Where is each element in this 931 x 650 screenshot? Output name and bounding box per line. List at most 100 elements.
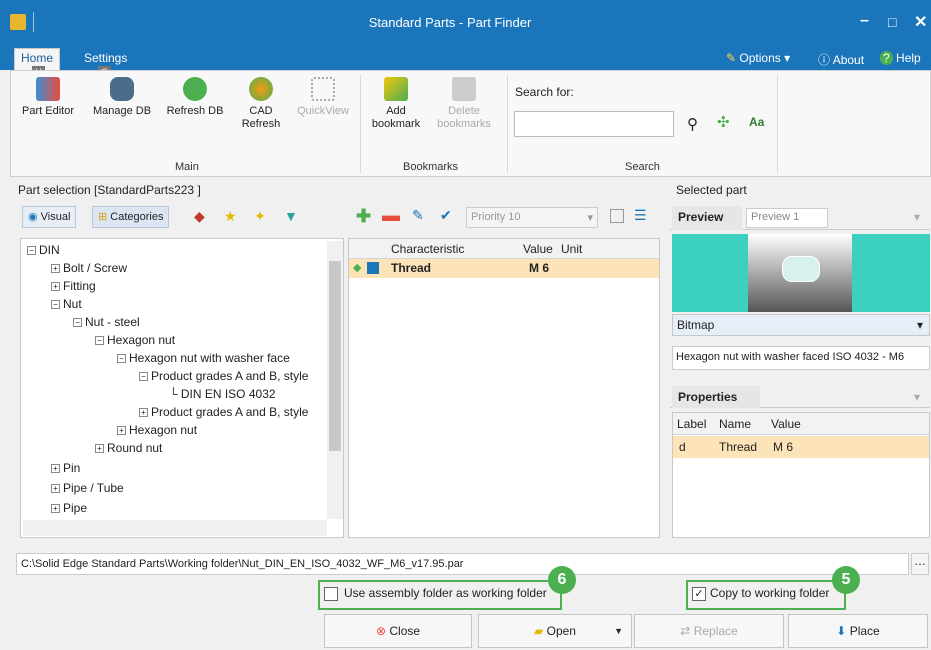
- col-name[interactable]: Name: [719, 417, 751, 431]
- col-value[interactable]: Value: [771, 417, 801, 431]
- part-editor-icon: [36, 77, 60, 101]
- tree-node[interactable]: + Hexagon nut: [117, 423, 197, 437]
- tree-node[interactable]: + Round nut: [95, 441, 162, 455]
- search-icon[interactable]: ⚲: [687, 115, 698, 133]
- refresh-db-button[interactable]: Refresh DB: [161, 77, 229, 118]
- help-icon: ?: [880, 51, 893, 65]
- add-bookmark-icon: [384, 77, 408, 101]
- format-select[interactable]: Bitmap ▾: [672, 314, 930, 336]
- books-icon[interactable]: ◆: [194, 208, 205, 225]
- replace-button[interactable]: ⇄ Replace: [634, 614, 784, 648]
- edit-cell-icon: [367, 262, 379, 274]
- category-tree: − DIN + Bolt / Screw + Fitting − Nut − Nut - …: [20, 238, 344, 538]
- col-characteristic[interactable]: Characteristic: [391, 242, 464, 256]
- properties-grid: Label Name Value d Thread M 6: [672, 412, 930, 538]
- use-assembly-label: Use assembly folder as working folder: [344, 586, 547, 600]
- file-path: C:\Solid Edge Standard Parts\Working fol…: [16, 553, 909, 575]
- properties-collapse-icon[interactable]: ▾: [914, 390, 920, 404]
- tree-node[interactable]: + Fitting: [51, 279, 96, 293]
- tree-node[interactable]: + Bolt / Screw: [51, 261, 127, 275]
- help-menu[interactable]: ? Help: [880, 51, 921, 65]
- tree-node[interactable]: − Nut - steel: [73, 315, 140, 329]
- categories-button[interactable]: ⊞ Categories: [92, 206, 170, 228]
- copy-to-working-checkbox[interactable]: ✓: [692, 587, 706, 601]
- check-icon[interactable]: ✔: [440, 207, 452, 224]
- priority-select[interactable]: Priority 10 ▾: [466, 207, 598, 228]
- grid-header: Characteristic Value Unit: [349, 239, 659, 259]
- path-more-button[interactable]: …: [911, 553, 929, 575]
- eye-icon: ◉: [28, 211, 38, 223]
- open-dropdown-icon[interactable]: ▼: [614, 615, 623, 647]
- add-icon[interactable]: ✚: [356, 206, 371, 227]
- tree-node[interactable]: − DIN: [27, 243, 60, 257]
- preview-collapse-icon[interactable]: ▾: [914, 210, 920, 224]
- characteristic-cell: Thread: [391, 261, 432, 275]
- tree-node[interactable]: + Product grades A and B, style: [139, 405, 308, 419]
- star-icon[interactable]: ✦: [254, 208, 266, 225]
- star-folder-icon[interactable]: ★: [224, 208, 237, 225]
- tree-node-selected[interactable]: └ DIN EN ISO 4032: [169, 387, 276, 401]
- delete-bookmark-icon: [452, 77, 476, 101]
- close-window-icon[interactable]: ✕: [914, 12, 927, 32]
- row-marker-icon: ◆: [353, 262, 362, 274]
- part-editor-button[interactable]: Part Editor: [13, 77, 83, 118]
- search-input[interactable]: [514, 111, 674, 137]
- tree-vertical-scrollbar[interactable]: [327, 241, 343, 519]
- tree-horizontal-scrollbar[interactable]: [23, 520, 327, 536]
- tree-node[interactable]: + Pipe: [51, 501, 87, 515]
- tree-node[interactable]: + Pipe / Tube: [51, 481, 124, 495]
- options-menu[interactable]: ✎ Options ▾: [726, 51, 790, 65]
- part-selection-toolbar: ◉ Visual ⊞ Categories ◆ ★ ✦ ▼: [18, 203, 344, 231]
- preview-select[interactable]: Preview 1: [746, 208, 828, 228]
- col-unit[interactable]: Unit: [561, 242, 582, 256]
- value-cell: M 6: [529, 261, 550, 275]
- filter-icon[interactable]: ▼: [284, 208, 298, 224]
- visual-button[interactable]: ◉ Visual: [22, 206, 77, 228]
- info-icon: ⓘ: [818, 53, 831, 67]
- use-assembly-checkbox[interactable]: [324, 587, 338, 601]
- add-bookmark-button[interactable]: Add bookmark: [367, 77, 425, 131]
- tree-node[interactable]: − Hexagon nut with washer face: [117, 351, 290, 365]
- scroll-thumb[interactable]: [329, 261, 341, 451]
- part-description: Hexagon nut with washer faced ISO 4032 -…: [672, 346, 930, 370]
- part-preview-image: [672, 234, 930, 312]
- properties-tab[interactable]: Properties: [672, 386, 760, 408]
- tree-node[interactable]: + Pin: [51, 461, 80, 475]
- database-icon: [110, 77, 134, 101]
- col-value[interactable]: Value: [523, 242, 553, 256]
- selected-part-title: Selected part: [676, 183, 747, 197]
- characteristics-grid: Characteristic Value Unit ◆ Thread M 6: [348, 238, 660, 538]
- tree-node[interactable]: − Hexagon nut: [95, 333, 175, 347]
- close-button[interactable]: ⊗ Close: [324, 614, 472, 648]
- tree-node[interactable]: − Nut: [51, 297, 82, 311]
- columns-icon[interactable]: [610, 209, 624, 223]
- categories-icon: ⊞: [98, 211, 108, 223]
- table-row[interactable]: ◆ Thread M 6: [349, 259, 659, 278]
- edit-icon[interactable]: ✎: [412, 207, 424, 224]
- place-button[interactable]: ⬇ Place: [788, 614, 928, 648]
- col-label[interactable]: Label: [677, 417, 706, 431]
- chevron-down-icon: ▾: [916, 318, 923, 332]
- preview-header: Preview Preview 1 ▾: [670, 204, 930, 230]
- tree-node[interactable]: − Product grades A and B, style: [139, 369, 308, 383]
- part-selection-title: Part selection [StandardParts223 ]: [18, 183, 201, 197]
- manage-db-button[interactable]: Manage DB: [87, 77, 157, 118]
- quickview-button[interactable]: QuickView: [291, 77, 355, 118]
- delete-bookmarks-button[interactable]: Delete bookmarks: [431, 77, 497, 131]
- maximize-icon[interactable]: □: [888, 14, 896, 30]
- match-case-icon[interactable]: Aa: [749, 115, 764, 129]
- about-menu[interactable]: ⓘ About: [818, 51, 864, 68]
- place-icon: ⬇: [836, 624, 847, 638]
- open-button[interactable]: ▰ Open ▼: [478, 614, 632, 648]
- quickview-icon: [311, 77, 335, 101]
- minimize-icon[interactable]: –: [860, 12, 869, 30]
- cad-refresh-button[interactable]: CAD Refresh: [235, 77, 287, 131]
- list-icon[interactable]: ☰: [634, 207, 647, 224]
- tab-settings[interactable]: Settings: [78, 49, 133, 67]
- replace-icon: ⇄: [680, 624, 691, 638]
- search-filter-icon[interactable]: ✣: [717, 113, 730, 131]
- table-row[interactable]: d Thread M 6: [673, 436, 929, 458]
- remove-icon[interactable]: ▬: [382, 205, 400, 226]
- open-folder-icon: ▰: [534, 624, 544, 638]
- preview-tab[interactable]: Preview: [672, 206, 742, 230]
